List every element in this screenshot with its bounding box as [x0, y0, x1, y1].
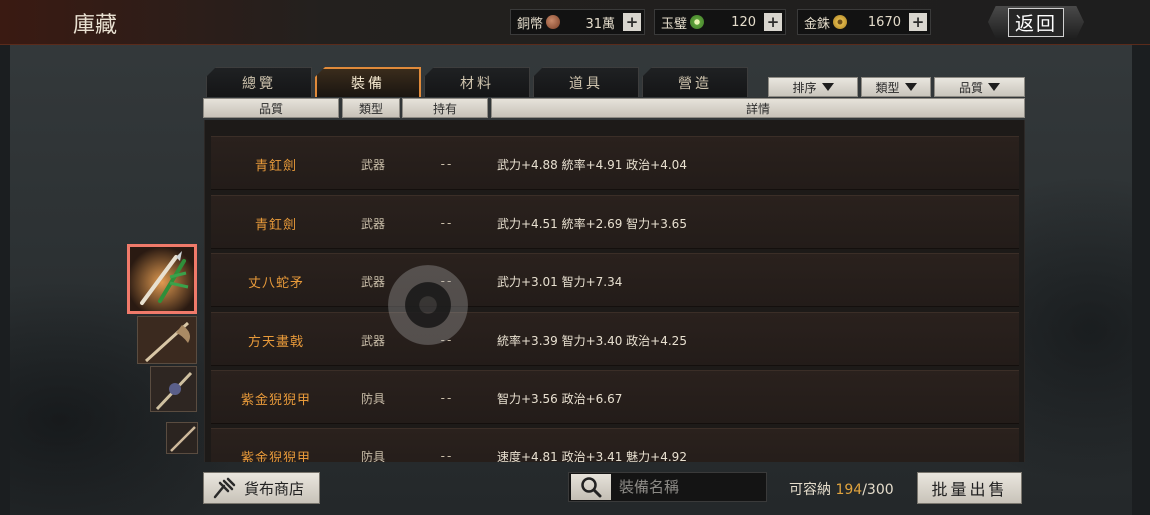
weapon-thumbnail[interactable] — [166, 422, 198, 454]
item-name: 青釭劍 — [254, 217, 297, 233]
currency-label: 銅幣 — [517, 16, 544, 32]
item-name: 丈八蛇矛 — [247, 275, 304, 291]
currency-label: 玉璧 — [661, 16, 688, 32]
weapon-thumbnail[interactable] — [150, 366, 197, 412]
tab-equipment[interactable]: 裝備 — [315, 67, 421, 97]
item-type: 武器 — [360, 157, 385, 172]
item-name: 方天畫戟 — [247, 334, 304, 350]
currency-shop-button[interactable]: 貨布商店 — [203, 472, 320, 504]
tab-construction[interactable]: 營造 — [642, 67, 748, 97]
table-row[interactable]: 方天畫戟 武器 -- 統率+3.39 智力+3.40 政治+4.25 — [211, 312, 1019, 366]
tab-overview[interactable]: 總覽 — [206, 67, 312, 97]
item-details: 統率+3.39 智力+3.40 政治+4.25 — [497, 333, 687, 348]
item-owner: -- — [440, 391, 454, 405]
item-name: 紫金猊猊甲 — [240, 450, 311, 463]
item-owner: -- — [440, 216, 454, 230]
item-type: 防具 — [360, 449, 385, 463]
shop-icon — [213, 477, 236, 499]
shop-label: 貨布商店 — [244, 479, 305, 498]
left-edge — [0, 45, 10, 515]
back-button[interactable]: 返回 — [988, 6, 1084, 38]
spear-icon — [151, 367, 196, 411]
item-type: 武器 — [360, 216, 385, 231]
add-copper-button[interactable]: + — [623, 13, 641, 31]
search-icon — [581, 477, 602, 498]
blade-icon — [167, 423, 197, 453]
item-details: 武力+3.01 智力+7.34 — [497, 274, 623, 289]
sort-label: 排序 — [792, 80, 817, 95]
spear-icon — [130, 247, 194, 311]
tab-materials[interactable]: 材料 — [424, 67, 530, 97]
currency-value: 120 — [731, 14, 756, 30]
item-details: 武力+4.51 統率+2.69 智力+3.65 — [497, 216, 687, 231]
capacity-label: 可容納 — [789, 482, 831, 498]
chevron-down-icon — [904, 83, 917, 91]
column-header-quality[interactable]: 品質 — [203, 98, 339, 118]
item-owner: -- — [440, 157, 454, 171]
page-title: 庫藏 — [73, 13, 118, 38]
selected-weapon-thumbnail[interactable] — [127, 244, 197, 314]
quality-dropdown[interactable]: 品質 — [934, 77, 1025, 97]
table-row[interactable]: 青釭劍 武器 -- 武力+4.51 統率+2.69 智力+3.65 — [211, 195, 1019, 249]
table-row[interactable]: 紫金猊猊甲 防具 -- 速度+4.81 政治+3.41 魅力+4.92 — [211, 428, 1019, 462]
currency-label: 金銖 — [804, 16, 831, 32]
capacity-used: 194 — [835, 482, 863, 498]
add-jade-button[interactable]: + — [764, 13, 782, 31]
item-type: 防具 — [360, 391, 385, 406]
copper-coin-icon — [546, 15, 561, 29]
column-header-owner[interactable]: 持有 — [402, 98, 488, 118]
top-bar: 庫藏 銅幣 31萬 + 玉璧 120 + 金銖 1670 + 返回 — [0, 0, 1150, 45]
column-header-details[interactable]: 詳情 — [491, 98, 1025, 118]
batch-sell-button[interactable]: 批量出售 — [917, 472, 1022, 504]
item-details: 速度+4.81 政治+3.41 魅力+4.92 — [497, 449, 687, 463]
table-row[interactable]: 紫金猊猊甲 防具 -- 智力+3.56 政治+6.67 — [211, 370, 1019, 424]
column-header-type[interactable]: 類型 — [342, 98, 400, 118]
item-details: 智力+3.56 政治+6.67 — [497, 391, 623, 406]
search-bar — [568, 472, 767, 502]
back-label: 返回 — [1007, 7, 1064, 37]
add-gold-button[interactable]: + — [909, 13, 927, 31]
jade-disc-icon — [690, 15, 705, 29]
loading-spinner-icon — [388, 265, 468, 345]
item-name: 紫金猊猊甲 — [240, 392, 311, 408]
quality-label: 品質 — [958, 80, 983, 95]
type-label: 類型 — [875, 80, 900, 95]
gold-coin-icon — [833, 15, 848, 29]
jade-currency: 玉璧 120 + — [654, 9, 786, 35]
currency-value: 31萬 — [585, 16, 615, 32]
copper-currency: 銅幣 31萬 + — [510, 9, 645, 35]
chevron-down-icon — [988, 83, 1000, 91]
table-row[interactable]: 丈八蛇矛 武器 -- 武力+3.01 智力+7.34 — [211, 253, 1019, 307]
equipment-list[interactable]: 青釭劍 武器 -- 武力+4.88 統率+4.91 政治+4.04 青釭劍 武器… — [204, 120, 1025, 462]
search-input[interactable] — [619, 478, 759, 496]
tab-items[interactable]: 道具 — [533, 67, 639, 97]
search-button[interactable] — [571, 474, 611, 500]
chevron-down-icon — [821, 83, 834, 91]
type-dropdown[interactable]: 類型 — [861, 77, 931, 97]
right-edge — [1132, 45, 1150, 515]
table-row[interactable]: 青釭劍 武器 -- 武力+4.88 統率+4.91 政治+4.04 — [211, 136, 1019, 190]
capacity-total: 300 — [866, 482, 894, 498]
halberd-icon — [138, 317, 196, 363]
item-name: 青釭劍 — [254, 158, 297, 174]
capacity-indicator: 可容納 194/300 — [789, 479, 894, 499]
item-details: 武力+4.88 統率+4.91 政治+4.04 — [497, 157, 687, 172]
gold-currency: 金銖 1670 + — [797, 9, 931, 35]
currency-value: 1670 — [867, 14, 901, 30]
sort-dropdown[interactable]: 排序 — [768, 77, 858, 97]
weapon-thumbnail[interactable] — [137, 316, 197, 364]
item-owner: -- — [440, 449, 454, 462]
